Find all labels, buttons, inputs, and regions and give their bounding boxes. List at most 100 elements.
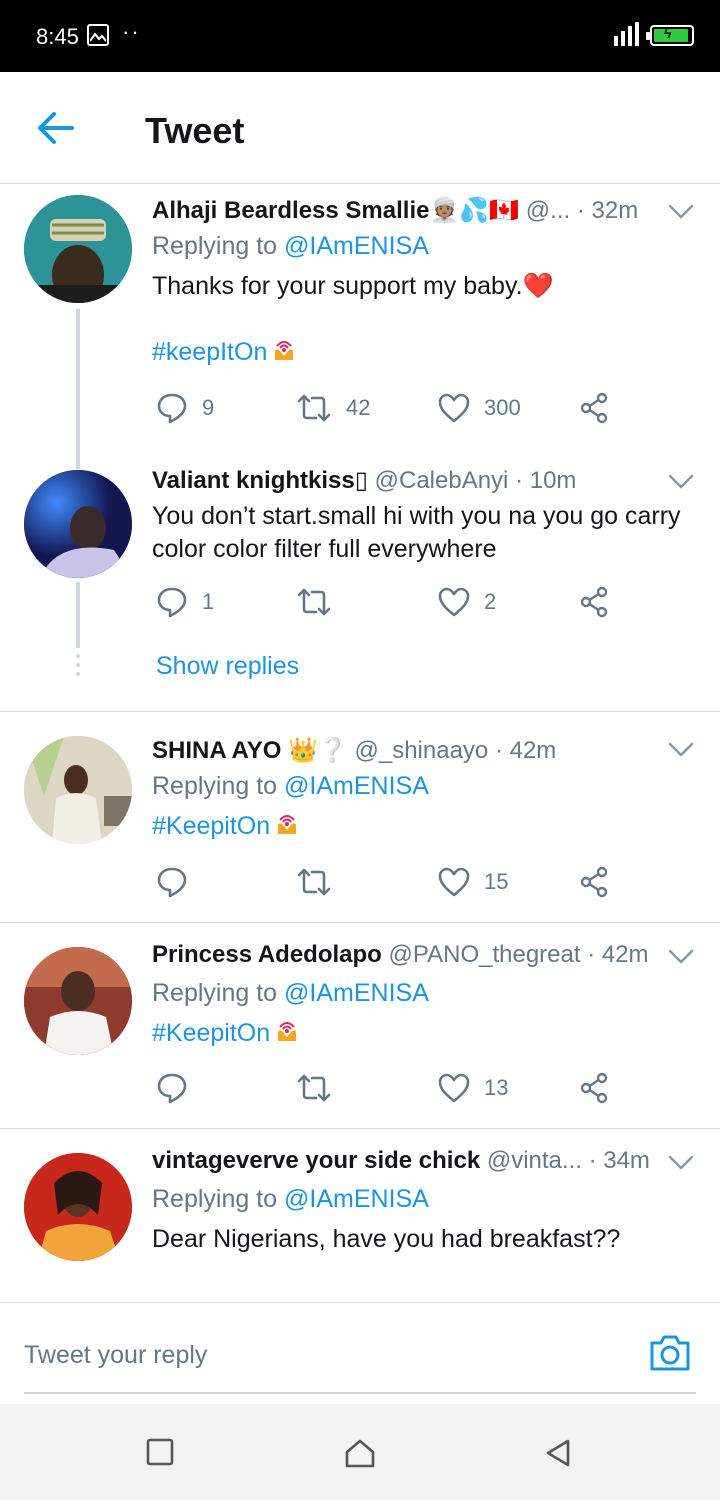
- avatar[interactable]: [24, 195, 132, 303]
- tweet-header: Princess Adedolapo @PANO_thegreat · 42m: [152, 941, 692, 973]
- home-nav-icon[interactable]: [344, 1438, 376, 1473]
- avatar[interactable]: [24, 947, 132, 1055]
- like-button[interactable]: 13: [438, 1068, 508, 1108]
- like-count: 300: [484, 395, 521, 420]
- hashtag-line: #KeepitOn: [152, 812, 300, 843]
- tweet-actions: 1 2: [152, 582, 622, 622]
- share-button[interactable]: [578, 582, 610, 622]
- like-icon: [438, 867, 470, 897]
- broadcast-hands-icon: [274, 812, 300, 843]
- share-button[interactable]: [578, 862, 610, 902]
- mention-link[interactable]: @IAmENISA: [284, 232, 429, 260]
- reply-icon: [157, 1073, 187, 1104]
- reply-button[interactable]: 1: [156, 582, 214, 622]
- reply-button[interactable]: [156, 862, 188, 902]
- chevron-down-icon[interactable]: [668, 204, 694, 220]
- mention-link[interactable]: @IAmENISA: [284, 979, 429, 1007]
- reply-composer: Tweet your reply: [0, 1302, 720, 1404]
- avatar[interactable]: [24, 1153, 132, 1261]
- thread-line: [76, 309, 80, 469]
- name-emoji: 👳🏽💦🇨🇦: [429, 197, 520, 224]
- chevron-down-icon[interactable]: [668, 474, 694, 490]
- replying-prefix: Replying to: [152, 979, 278, 1007]
- back-arrow-icon[interactable]: [36, 110, 76, 151]
- square-nav-icon[interactable]: [146, 1438, 174, 1471]
- like-count: 15: [484, 869, 509, 894]
- like-count: 2: [484, 589, 497, 614]
- hashtag-link[interactable]: #keepItOn: [152, 338, 267, 366]
- camera-icon[interactable]: [648, 1333, 692, 1378]
- display-name[interactable]: SHINA AYO: [152, 737, 281, 764]
- retweet-button[interactable]: 42: [296, 388, 370, 428]
- retweet-icon: [297, 1074, 331, 1102]
- like-button[interactable]: 2: [438, 582, 496, 622]
- retweet-button[interactable]: [296, 862, 332, 902]
- share-icon: [580, 1072, 608, 1104]
- reply-button[interactable]: [156, 1068, 188, 1108]
- display-name[interactable]: Alhaji Beardless Smallie: [152, 197, 429, 224]
- display-name[interactable]: Valiant knightkiss: [152, 467, 355, 494]
- mention-link[interactable]: @IAmENISA: [284, 1185, 429, 1213]
- user-handle[interactable]: @vinta...: [487, 1147, 582, 1174]
- reply-icon: [157, 393, 187, 424]
- tweet-text: Thanks for your support my baby.❤️: [152, 272, 554, 300]
- tweet-item[interactable]: Princess Adedolapo @PANO_thegreat · 42m …: [0, 923, 720, 1128]
- user-handle[interactable]: @_shinaayo: [354, 737, 488, 764]
- like-button[interactable]: 15: [438, 862, 508, 902]
- tweet-actions: 13: [152, 1068, 622, 1108]
- replying-prefix: Replying to: [152, 1185, 278, 1213]
- share-button[interactable]: [578, 388, 610, 428]
- battery-icon: ϟ: [646, 25, 694, 46]
- name-emoji: 👑❔: [288, 737, 348, 764]
- retweet-button[interactable]: [296, 582, 332, 622]
- share-icon: [580, 392, 608, 424]
- chevron-down-icon[interactable]: [668, 1155, 694, 1171]
- back-nav-icon[interactable]: [544, 1438, 572, 1473]
- display-name[interactable]: vintageverve your side chick: [152, 1147, 480, 1174]
- tweet-header: Valiant knightkiss▯ @CalebAnyi · 10m: [152, 466, 692, 498]
- chevron-down-icon[interactable]: [668, 742, 694, 758]
- thread-line: [76, 582, 80, 648]
- user-handle[interactable]: @CalebAnyi: [375, 467, 509, 494]
- thread-dots: [76, 654, 80, 681]
- retweet-button[interactable]: [296, 1068, 332, 1108]
- system-nav-bar: [0, 1404, 720, 1500]
- user-handle[interactable]: @PANO_thegreat: [389, 941, 581, 968]
- broadcast-hands-icon: [271, 338, 297, 369]
- tweet-header: SHINA AYO 👑❔ @_shinaayo · 42m: [152, 736, 692, 768]
- tweet-time: · 42m: [587, 941, 649, 968]
- hashtag-link[interactable]: #KeepitOn: [152, 1019, 270, 1047]
- status-time: 8:45: [36, 24, 79, 49]
- chevron-down-icon[interactable]: [668, 949, 694, 965]
- share-button[interactable]: [578, 1068, 610, 1108]
- show-replies-link[interactable]: Show replies: [156, 652, 299, 681]
- reply-input[interactable]: Tweet your reply: [24, 1303, 696, 1394]
- tweet-item[interactable]: Alhaji Beardless Smallie👳🏽💦🇨🇦 @... · 32m…: [0, 184, 720, 469]
- page-title: Tweet: [145, 110, 245, 151]
- like-icon: [438, 1073, 470, 1103]
- user-handle[interactable]: @...: [526, 197, 570, 224]
- replying-to: Replying to @IAmENISA: [152, 979, 429, 1008]
- hashtag-line: #KeepitOn: [152, 1019, 300, 1050]
- tweet-item[interactable]: vintageverve your side chick @vinta... ·…: [0, 1129, 720, 1302]
- broadcast-hands-icon: [274, 1019, 300, 1050]
- share-icon: [580, 866, 608, 898]
- tweet-item[interactable]: Valiant knightkiss▯ @CalebAnyi · 10m You…: [0, 454, 720, 711]
- tweet-header: Alhaji Beardless Smallie👳🏽💦🇨🇦 @... · 32m: [152, 196, 692, 228]
- mention-link[interactable]: @IAmENISA: [284, 772, 429, 800]
- tweet-text: Dear Nigerians, have you had breakfast??: [152, 1225, 621, 1253]
- reply-button[interactable]: 9: [156, 388, 214, 428]
- gallery-notification-icon: [87, 24, 109, 46]
- hashtag-link[interactable]: #KeepitOn: [152, 812, 270, 840]
- display-name[interactable]: Princess Adedolapo: [152, 941, 382, 968]
- like-button[interactable]: 300: [438, 388, 521, 428]
- tweet-header: vintageverve your side chick @vinta... ·…: [152, 1147, 692, 1179]
- reply-icon: [157, 587, 187, 618]
- retweet-icon: [297, 588, 331, 616]
- tweet-item[interactable]: SHINA AYO 👑❔ @_shinaayo · 42m Replying t…: [0, 712, 720, 922]
- avatar[interactable]: [24, 470, 132, 578]
- retweet-icon: [297, 394, 331, 422]
- avatar[interactable]: [24, 736, 132, 844]
- reply-count: 9: [202, 395, 215, 420]
- replying-prefix: Replying to: [152, 232, 278, 260]
